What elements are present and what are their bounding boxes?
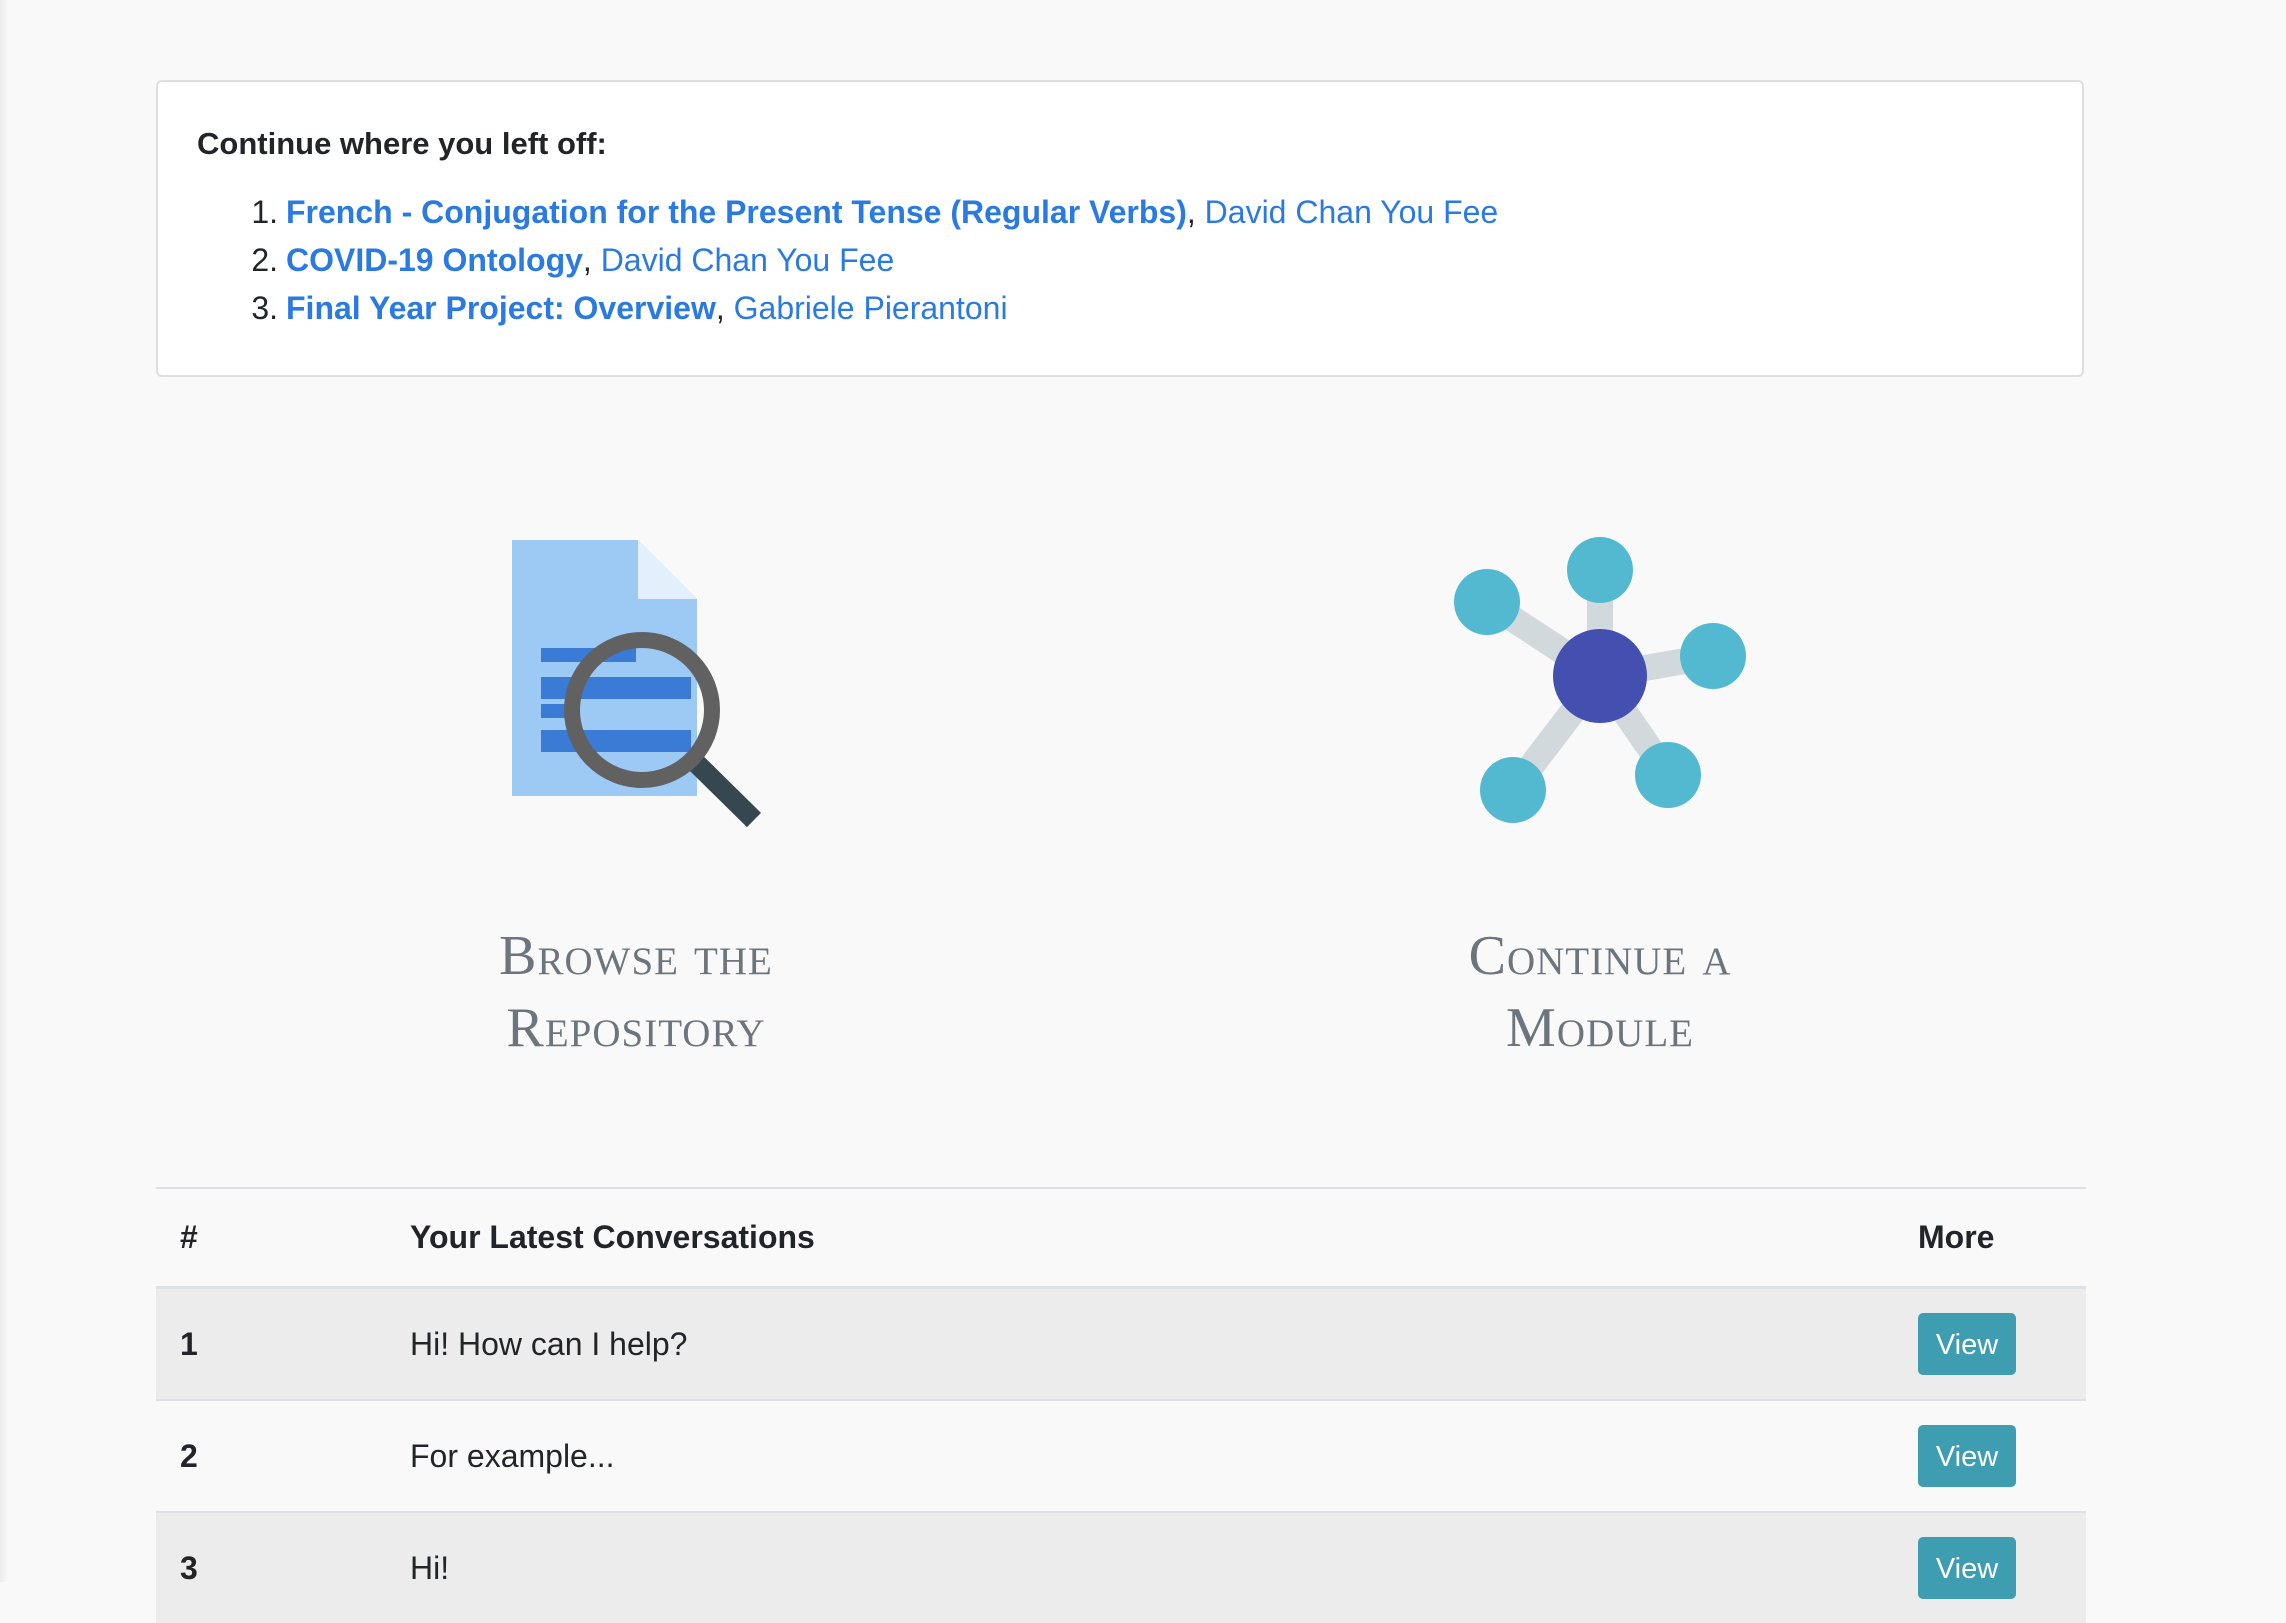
more-cell: View	[1918, 1399, 2086, 1512]
list-number: 1.	[251, 194, 278, 230]
table-row: 2 For example... View	[156, 1399, 2086, 1512]
conversation-text: Hi! How can I help?	[410, 1286, 1918, 1400]
list-item: 2. COVID-19 Ontology, David Chan You Fee	[156, 236, 1498, 284]
column-header-number: #	[156, 1187, 410, 1289]
view-button[interactable]: View	[1918, 1537, 2016, 1599]
document-search-icon	[512, 540, 762, 828]
continue-heading: Continue where you left off:	[197, 126, 607, 161]
page-edge-shadow	[0, 0, 8, 1582]
list-number: 2.	[251, 242, 278, 278]
conversation-text: For example...	[410, 1399, 1918, 1512]
network-nodes-icon	[1454, 537, 1746, 823]
more-cell: View	[1918, 1511, 2086, 1623]
author-link[interactable]: Gabriele Pierantoni	[734, 290, 1008, 326]
column-header-conversations: Your Latest Conversations	[410, 1187, 1918, 1289]
module-link[interactable]: Final Year Project: Overview	[286, 290, 716, 326]
list-item: 3. Final Year Project: Overview, Gabriele…	[156, 284, 1498, 332]
browse-repository-label[interactable]: Browse the Repository	[316, 920, 956, 1064]
more-cell: View	[1918, 1286, 2086, 1400]
separator: ,	[582, 242, 601, 278]
view-button[interactable]: View	[1918, 1425, 2016, 1487]
separator: ,	[1186, 194, 1205, 230]
table-header-row: # Your Latest Conversations More	[156, 1187, 2086, 1289]
list-item: 1. French - Conjugation for the Present T…	[156, 188, 1498, 236]
continue-module-tile[interactable]: Continue a Module	[1280, 520, 1920, 1059]
table-row: 3 Hi! View	[156, 1511, 2086, 1623]
row-number: 1	[156, 1286, 410, 1400]
conversation-text: Hi!	[410, 1511, 1918, 1623]
browse-repository-tile[interactable]: Browse the Repository	[316, 520, 956, 1059]
table-row: 1 Hi! How can I help? View	[156, 1286, 2086, 1400]
module-link[interactable]: French - Conjugation for the Present Ten…	[286, 194, 1187, 230]
module-link[interactable]: COVID-19 Ontology	[286, 242, 583, 278]
row-number: 3	[156, 1511, 410, 1623]
conversations-table: # Your Latest Conversations More 1 Hi! H…	[156, 1187, 2086, 1623]
view-button[interactable]: View	[1918, 1313, 2016, 1375]
recent-modules-list: 1. French - Conjugation for the Present T…	[156, 188, 1498, 332]
author-link[interactable]: David Chan You Fee	[601, 242, 895, 278]
row-number: 2	[156, 1399, 410, 1512]
separator: ,	[715, 290, 734, 326]
continue-module-label[interactable]: Continue a Module	[1280, 920, 1920, 1064]
list-number: 3.	[251, 290, 278, 326]
author-link[interactable]: David Chan You Fee	[1205, 194, 1499, 230]
column-header-more: More	[1918, 1187, 2086, 1289]
